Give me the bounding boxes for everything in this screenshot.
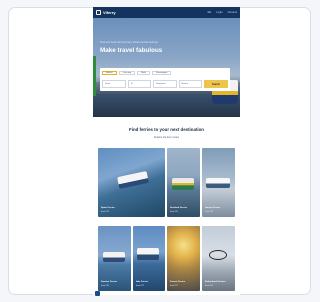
logo-icon <box>96 10 101 15</box>
destination-name: Sweden Ferries <box>101 281 118 283</box>
nav-language[interactable]: EN <box>208 11 212 14</box>
destination-card[interactable]: France Ferries from €27 <box>167 226 200 291</box>
search-button[interactable]: Search <box>204 80 228 88</box>
nav-login[interactable]: Login <box>216 11 222 14</box>
destination-name: Netherlands Ferries <box>205 281 226 283</box>
destination-price: from €31 <box>205 285 213 287</box>
tab-one-way[interactable]: One way <box>118 71 136 75</box>
destination-card[interactable]: Italy Ferries from €22 <box>133 226 165 291</box>
ferry-image <box>117 171 149 189</box>
hero-banner: Find and book the best ferry tickets acr… <box>93 18 240 117</box>
ferry-image <box>206 178 230 188</box>
destinations-title: Find ferries to your next destination <box>129 127 204 132</box>
destination-name: France Ferries <box>170 281 186 283</box>
destination-card[interactable]: Spain Ferries from €29 <box>98 148 165 217</box>
destination-name: Spain Ferries <box>101 207 115 209</box>
ferry-image <box>172 178 194 190</box>
destination-card[interactable]: Scotland Ferries from €25 <box>167 148 200 217</box>
destination-price: from €29 <box>101 211 109 213</box>
destination-card[interactable]: Sweden Ferries from €35 <box>98 226 131 291</box>
destination-name: Italy Ferries <box>136 281 149 283</box>
from-field[interactable]: From <box>102 80 126 88</box>
destination-price: from €35 <box>101 285 109 287</box>
ferry-image <box>137 248 159 260</box>
brand-name: Viferry <box>103 10 116 15</box>
destination-name: Greece Ferries <box>205 207 221 209</box>
destination-price: from €22 <box>136 285 144 287</box>
search-tabs: Return One way Multi Passengers <box>102 70 228 76</box>
tab-passengers[interactable]: Passengers <box>151 71 172 75</box>
ferry-image <box>103 252 125 262</box>
brand-logo[interactable]: Viferry <box>96 10 116 15</box>
website-preview: Viferry EN Login Account Find and book t… <box>93 7 240 295</box>
feedback-tab[interactable] <box>93 56 96 96</box>
destinations-subtitle[interactable]: Explore top ferry routes <box>93 136 240 139</box>
hero-title: Make travel fabulous <box>100 47 163 54</box>
hero-subtitle: Find and book the best ferry tickets acr… <box>100 41 158 44</box>
tab-return[interactable]: Return <box>102 71 117 75</box>
search-fields: From To Departure Return Search <box>102 80 228 88</box>
chat-icon[interactable] <box>95 291 100 296</box>
tab-multi[interactable]: Multi <box>137 71 150 75</box>
destination-card[interactable]: Netherlands Ferries from €31 <box>202 226 235 291</box>
bicycle-image <box>209 250 227 260</box>
departure-field[interactable]: Departure <box>153 80 177 88</box>
destination-price: from €25 <box>170 211 178 213</box>
destination-price: from €27 <box>170 285 178 287</box>
destination-card[interactable]: Greece Ferries from €19 <box>202 148 235 217</box>
search-box: Return One way Multi Passengers From To … <box>100 68 230 91</box>
to-field[interactable]: To <box>127 80 151 88</box>
destination-name: Scotland Ferries <box>170 207 188 209</box>
return-field[interactable]: Return <box>178 80 202 88</box>
destination-price: from €19 <box>205 211 213 213</box>
top-nav-links: EN Login Account <box>208 11 237 14</box>
top-navbar: Viferry EN Login Account <box>93 7 240 18</box>
nav-account[interactable]: Account <box>228 11 237 14</box>
